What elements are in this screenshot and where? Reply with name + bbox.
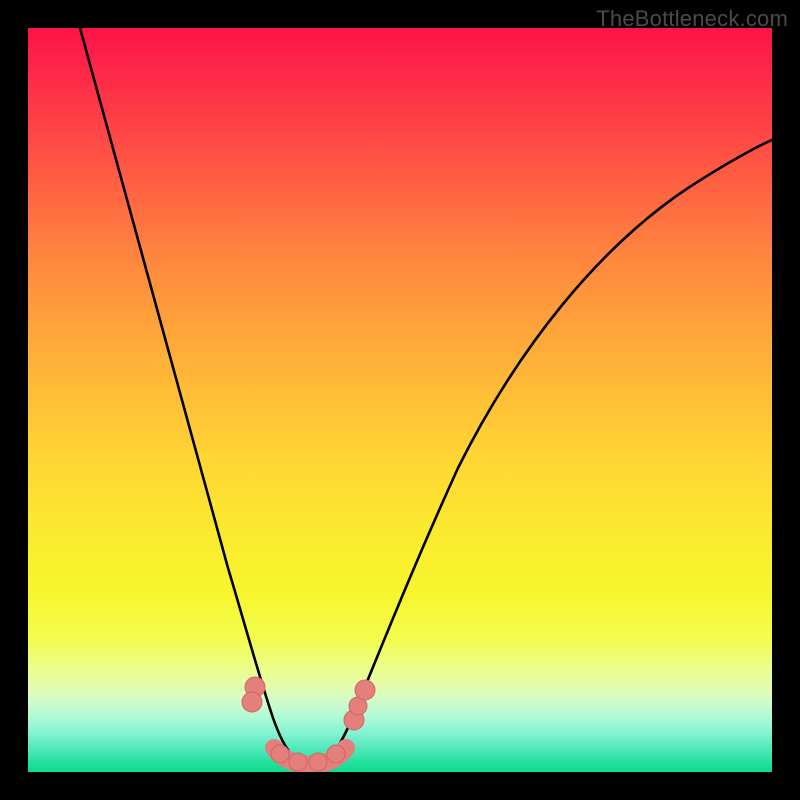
curve-layer bbox=[28, 28, 772, 772]
marker-cluster bbox=[242, 677, 375, 771]
bottleneck-curve bbox=[80, 28, 772, 764]
watermark-text: TheBottleneck.com bbox=[596, 6, 788, 32]
chart-frame: TheBottleneck.com bbox=[0, 0, 800, 800]
plot-area bbox=[28, 28, 772, 772]
